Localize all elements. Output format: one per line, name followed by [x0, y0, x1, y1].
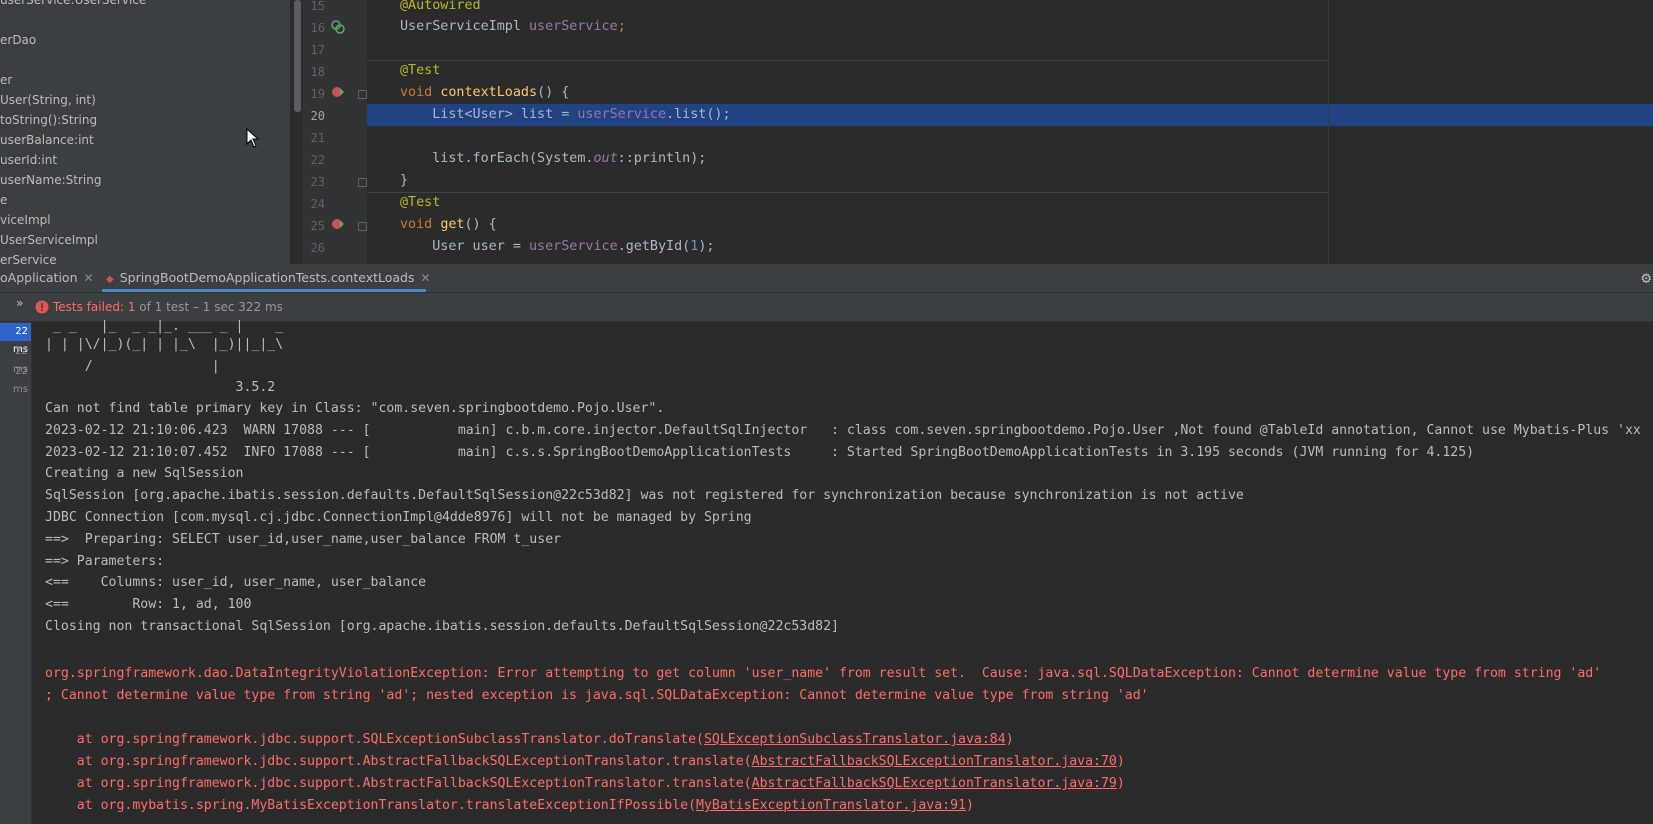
tree-node[interactable]: e	[0, 190, 7, 210]
line-number: 26	[310, 241, 325, 255]
tree-node[interactable]: userBalance:int	[0, 130, 94, 150]
log-line: <== Row: 1, ad, 100	[45, 597, 252, 613]
stack-frame: at org.springframework.jdbc.support.Abst…	[45, 776, 1125, 791]
log-line: Can not find table primary key in Class:…	[45, 401, 665, 416]
code-line-20: List<User> list = userService.list();	[400, 107, 731, 122]
tree-node[interactable]: userService:UserService	[0, 0, 146, 10]
line-number: 17	[310, 43, 325, 57]
code-line-19: void contextLoads() {	[400, 85, 570, 100]
line-number: 20	[310, 109, 325, 123]
tree-node[interactable]: UserServiceImpl	[0, 230, 98, 250]
line-number: 19	[310, 87, 325, 101]
code-line-22: list.forEach(System.out::println);	[400, 151, 707, 166]
method-separator	[367, 192, 1328, 193]
run-test-failed-icon[interactable]	[331, 217, 345, 231]
stack-frame: at org.mybatis.spring.MyBatisExceptionTr…	[45, 798, 974, 813]
tree-node[interactable]: toString():String	[0, 110, 97, 130]
tree-node[interactable]: er	[0, 70, 12, 90]
fold-marker-icon[interactable]	[358, 222, 367, 231]
tab-context-loads[interactable]: ◆ SpringBootDemoApplicationTests.contextL…	[106, 264, 431, 292]
close-icon[interactable]: ✕	[84, 271, 94, 285]
line-number: 24	[310, 197, 325, 211]
test-result-summary: Tests failed: 1 of 1 test – 1 sec 322 ms	[53, 300, 283, 314]
test-tree-row[interactable]: 22 ms	[0, 323, 31, 355]
log-line: 2023-02-12 21:10:06.423 WARN 17088 --- […	[45, 422, 1641, 438]
tree-node[interactable]: userId:int	[0, 150, 57, 170]
log-line: <== Columns: user_id, user_name, user_ba…	[45, 575, 427, 591]
line-number: 25	[310, 219, 325, 233]
code-line-26: User user = userService.getById(1);	[400, 239, 715, 254]
code-line-16: UserServiceImpl userService;	[400, 19, 626, 34]
tree-node[interactable]: erService	[0, 250, 57, 264]
gear-icon[interactable]: ⚙	[1641, 268, 1651, 287]
banner-line: | | |\/|_)(_| | |_\ |_)||_|_\	[45, 337, 284, 352]
code-line-24: @Test	[400, 195, 441, 210]
run-test-failed-icon[interactable]	[331, 85, 345, 99]
source-link[interactable]: AbstractFallbackSQLExceptionTranslator.j…	[752, 754, 1117, 769]
line-number: 18	[310, 65, 325, 79]
line-number: 21	[310, 131, 325, 145]
stack-frame: at org.springframework.jdbc.support.Abst…	[45, 754, 1125, 769]
code-line-23: }	[400, 173, 409, 188]
bean-navigation-icon[interactable]	[331, 20, 345, 34]
line-number: 22	[310, 153, 325, 167]
error-icon	[35, 300, 49, 314]
code-line-25: void get() {	[400, 217, 497, 232]
banner-version: 3.5.2	[45, 380, 276, 395]
log-line: Closing non transactional SqlSession [or…	[45, 619, 839, 634]
close-icon[interactable]: ✕	[421, 271, 431, 285]
tree-node[interactable]: erDao	[0, 30, 36, 50]
line-number: 15	[310, 0, 325, 13]
active-tab-indicator	[102, 289, 426, 292]
stack-frame: at org.springframework.jdbc.support.SQLE…	[45, 732, 1014, 747]
code-editor[interactable]	[367, 0, 1653, 264]
log-line: ==> Preparing: SELECT user_id,user_name,…	[45, 531, 562, 547]
mouse-cursor-icon	[246, 128, 260, 148]
log-line: 2023-02-12 21:10:07.452 INFO 17088 --- […	[45, 444, 1475, 460]
source-link[interactable]: AbstractFallbackSQLExceptionTranslator.j…	[752, 776, 1117, 791]
exception-message: ; Cannot determine value type from strin…	[45, 688, 1149, 703]
fold-marker-icon[interactable]	[358, 178, 367, 187]
log-line: Creating a new SqlSession	[45, 466, 244, 482]
line-number: 23	[310, 175, 325, 189]
tree-node[interactable]: User(String, int)	[0, 90, 96, 110]
log-line: ==> Parameters:	[45, 553, 173, 569]
banner-line: / |	[45, 359, 220, 374]
log-line: JDBC Connection [com.mysql.cj.jdbc.Conne…	[45, 510, 752, 525]
test-failed-icon: ◆	[106, 274, 114, 285]
line-number: 16	[310, 21, 325, 35]
fold-marker-icon[interactable]	[358, 90, 367, 99]
test-tree-row[interactable]: 22 ms	[0, 343, 31, 375]
right-margin-guide	[1328, 0, 1329, 264]
code-line-18: @Test	[400, 63, 441, 78]
exception-message: org.springframework.dao.DataIntegrityVio…	[45, 666, 1602, 681]
expand-chevrons-icon[interactable]: »	[16, 296, 23, 310]
test-tree-row[interactable]: 22 ms	[0, 363, 31, 395]
method-separator	[367, 60, 1328, 61]
source-link[interactable]: SQLExceptionSubclassTranslator.java:84	[704, 732, 1006, 747]
log-line: SqlSession [org.apache.ibatis.session.de…	[45, 488, 1244, 504]
tree-node[interactable]: viceImpl	[0, 210, 51, 230]
tab-spring-boot-demo-application[interactable]: oApplication ✕	[0, 264, 94, 292]
project-tree-scrollbar[interactable]	[294, 0, 301, 112]
code-line-15: @Autowired	[400, 0, 481, 13]
source-link[interactable]: MyBatisExceptionTranslator.java:91	[696, 798, 966, 813]
tree-node[interactable]: userName:String	[0, 170, 101, 190]
